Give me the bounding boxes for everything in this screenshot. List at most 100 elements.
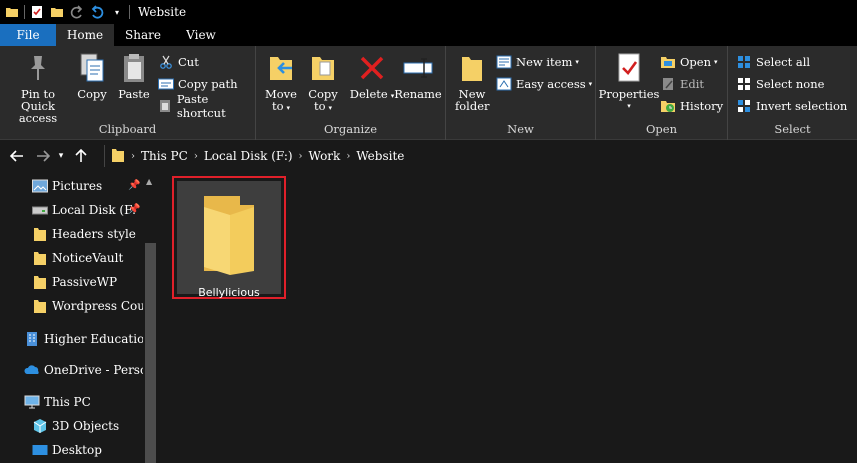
move-to-button[interactable]: Move to ▾ [264, 52, 298, 114]
pictures-icon [32, 178, 48, 194]
new-folder-icon[interactable] [49, 4, 65, 20]
tab-file[interactable]: File [0, 24, 56, 46]
breadcrumb-this-pc[interactable]: This PC [141, 149, 188, 163]
title-bar: ▾ Website [0, 0, 857, 24]
recent-locations-chevron-icon[interactable]: ▾ [54, 145, 68, 167]
pin-label: Pin to Quick access [18, 87, 58, 125]
edit-icon [660, 76, 676, 92]
scroll-up-arrow-icon[interactable]: ▲ [146, 177, 152, 186]
cut-label: Cut [178, 55, 199, 69]
tab-home[interactable]: Home [56, 24, 114, 46]
folder-icon [32, 298, 48, 314]
breadcrumb-local-disk[interactable]: Local Disk (F:) [204, 149, 293, 163]
breadcrumb-work[interactable]: Work [309, 149, 341, 163]
paste-shortcut-icon [158, 98, 173, 114]
nav-item-pictures[interactable]: Pictures [0, 174, 102, 198]
customize-toolbar-icon[interactable]: ▾ [109, 4, 125, 20]
pinned-icon[interactable]: 📌 [128, 204, 140, 215]
forward-arrow-icon[interactable] [32, 145, 54, 167]
rename-button[interactable]: Rename [394, 52, 442, 100]
folder-item[interactable]: Bellylicious [172, 176, 286, 299]
properties-button[interactable]: Properties ▾ [599, 52, 659, 112]
new-folder-button[interactable]: New folder [454, 52, 490, 112]
breadcrumb-separator[interactable]: › [346, 151, 350, 162]
select-all-button[interactable]: Select all [736, 53, 810, 71]
nav-item-local-disk[interactable]: Local Disk (F: [0, 198, 136, 222]
clipboard-group: Pin to Quick access Copy Paste Cut Copy … [0, 46, 256, 140]
easy-access-icon [496, 76, 512, 92]
edit-label: Edit [680, 77, 705, 91]
properties-caret: ▾ [627, 102, 631, 110]
breadcrumb-separator[interactable]: › [131, 151, 135, 162]
nav-item-label: Local Disk (F: [52, 203, 137, 217]
navigation-pane: Pictures 📌 Local Disk (F: 📌 Headers styl… [0, 171, 158, 463]
delete-label: Delete ▾ [349, 87, 395, 101]
breadcrumb-website[interactable]: Website [356, 149, 404, 163]
file-list-view[interactable]: Bellylicious [158, 171, 857, 463]
scrollbar-thumb[interactable] [145, 243, 156, 463]
ribbon-tabs: File Home Share View [0, 24, 857, 46]
breadcrumb-separator[interactable]: › [299, 151, 303, 162]
invert-selection-button[interactable]: Invert selection [736, 97, 847, 115]
undo-icon[interactable] [89, 4, 105, 20]
tab-share[interactable]: Share [114, 24, 172, 46]
up-arrow-icon[interactable] [70, 145, 92, 167]
back-arrow-icon[interactable] [6, 145, 28, 167]
paste-shortcut-label: Paste shortcut [176, 92, 226, 120]
nav-item-higher-education[interactable]: Higher Education [0, 327, 152, 351]
new-item-button[interactable]: New item ▾ [496, 53, 579, 71]
move-to-icon [265, 52, 297, 84]
paste-icon [118, 52, 150, 84]
easy-access-button[interactable]: Easy access ▾ [496, 75, 592, 93]
nav-item-3d-objects[interactable]: 3D Objects [0, 414, 119, 438]
tab-view[interactable]: View [172, 24, 230, 46]
paste-shortcut-button[interactable]: Paste shortcut [158, 92, 255, 120]
cut-button[interactable]: Cut [158, 53, 199, 71]
select-group: Select all Select none Invert selection … [728, 46, 857, 140]
nav-item-label: OneDrive - Perso [44, 363, 148, 377]
nav-item-noticevault[interactable]: NoticeVault [0, 246, 123, 270]
nav-pane-scrollbar[interactable]: ▲ [143, 171, 158, 463]
copy-label: Copy [77, 87, 107, 101]
ribbon: Pin to Quick access Copy Paste Cut Copy … [0, 46, 857, 140]
properties-icon[interactable] [29, 4, 45, 20]
copy-path-button[interactable]: Copy path [158, 75, 237, 93]
address-bar[interactable]: › This PC › Local Disk (F:) › Work › Web… [104, 145, 857, 167]
copy-button[interactable]: Copy [74, 52, 110, 100]
nav-item-this-pc[interactable]: This PC [0, 390, 91, 414]
new-folder-icon [456, 52, 488, 84]
folder-icon [32, 250, 48, 266]
folder-name: Bellylicious [198, 286, 260, 299]
nav-item-headers-style[interactable]: Headers style [0, 222, 136, 246]
select-none-label: Select none [756, 77, 825, 91]
navigation-bar: ▾ › This PC › Local Disk (F:) › Work › W… [0, 141, 857, 171]
invert-selection-icon [736, 98, 752, 114]
redo-icon[interactable] [69, 4, 85, 20]
history-button[interactable]: History [660, 97, 723, 115]
cube-icon [32, 418, 48, 434]
select-none-button[interactable]: Select none [736, 75, 824, 93]
folder-icon [4, 4, 20, 20]
building-icon [24, 331, 40, 347]
nav-item-desktop[interactable]: Desktop [0, 438, 102, 462]
open-button[interactable]: Open ▾ [660, 53, 718, 71]
edit-button[interactable]: Edit [660, 75, 704, 93]
pin-to-quick-access-button[interactable]: Pin to Quick access [6, 52, 70, 124]
computer-icon [24, 394, 40, 410]
nav-item-wordpress-course[interactable]: Wordpress Cou [0, 294, 145, 318]
nav-item-passivewp[interactable]: PassiveWP [0, 270, 117, 294]
nav-item-onedrive[interactable]: OneDrive - Perso [0, 358, 147, 382]
nav-item-label: Pictures [52, 179, 103, 193]
pinned-icon[interactable]: 📌 [128, 180, 140, 191]
delete-button[interactable]: Delete ▾ [349, 52, 395, 102]
folder-icon [200, 193, 258, 278]
breadcrumb-separator[interactable]: › [194, 151, 198, 162]
folder-icon [32, 274, 48, 290]
copy-path-icon [158, 76, 174, 92]
open-group-label: Open [645, 122, 677, 136]
select-all-icon [736, 54, 752, 70]
paste-button[interactable]: Paste [116, 52, 152, 100]
copy-to-button[interactable]: Copy to ▾ [306, 52, 340, 114]
divider [24, 5, 25, 19]
paste-label: Paste [118, 87, 150, 101]
